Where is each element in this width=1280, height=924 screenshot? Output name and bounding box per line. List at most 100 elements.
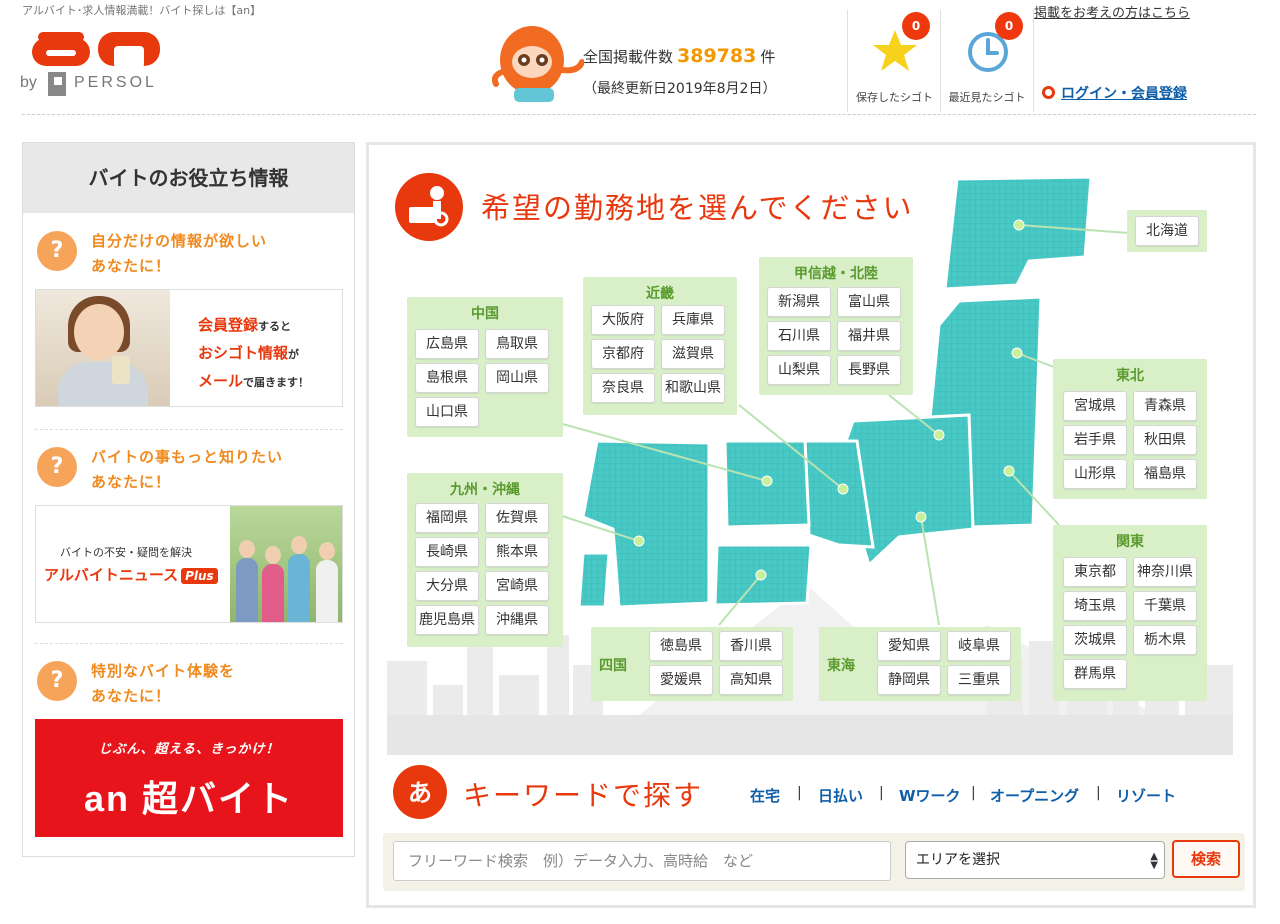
pref-tochigi[interactable]: 栃木県 [1133, 625, 1197, 655]
region-name: 四国 [599, 658, 627, 674]
member-register-banner[interactable]: 会員登録すると おシゴト情報が メールで届きます！ [35, 289, 343, 407]
recent-jobs-button[interactable]: 0 最近見たシゴト [940, 10, 1034, 112]
region-name: 近畿 [646, 286, 674, 302]
an-logo[interactable]: by PERSOL [20, 28, 170, 100]
header-divider [22, 114, 1256, 115]
pref-gunma[interactable]: 群馬県 [1063, 659, 1127, 689]
sloth-mascot-icon [492, 26, 584, 102]
pref-aomori[interactable]: 青森県 [1133, 391, 1197, 421]
recent-jobs-label: 最近見たシゴト [948, 91, 1026, 104]
pref-akita[interactable]: 秋田県 [1133, 425, 1197, 455]
tip-text: 自分だけの情報が欲しい あなたに！ [91, 232, 268, 275]
pref-hiroshima[interactable]: 広島県 [415, 329, 479, 359]
keyword-a-icon: あ [393, 765, 447, 819]
pref-miyazaki[interactable]: 宮崎県 [485, 571, 549, 601]
region-kinki: 近畿 大阪府 兵庫県 京都府 滋賀県 奈良県 和歌山県 [583, 277, 737, 415]
recent-count-badge: 0 [995, 12, 1023, 40]
pref-saitama[interactable]: 埼玉県 [1063, 591, 1127, 621]
pref-mie[interactable]: 三重県 [947, 665, 1011, 695]
copy-part: 会員登録 [198, 316, 259, 334]
pref-hokkaido[interactable]: 北海道 [1135, 216, 1199, 246]
keyword-link-wwork[interactable]: Wワーク [899, 785, 961, 806]
plus-badge: Plus [181, 568, 218, 584]
pref-toyama[interactable]: 富山県 [837, 287, 901, 317]
sidebar-title: バイトのお役立ち情報 [23, 143, 354, 213]
copy-part: が [288, 348, 300, 361]
saved-count-badge: 0 [902, 12, 930, 40]
question-icon [37, 661, 77, 701]
keyword-link-hibarai[interactable]: 日払い [818, 785, 863, 806]
pref-nagasaki[interactable]: 長崎県 [415, 537, 479, 567]
pref-yamanashi[interactable]: 山梨県 [767, 355, 831, 385]
pref-shiga[interactable]: 滋賀県 [661, 339, 725, 369]
pref-kumamoto[interactable]: 熊本県 [485, 537, 549, 567]
saved-jobs-button[interactable]: 0 保存したシゴト [847, 10, 941, 112]
pref-yamaguchi[interactable]: 山口県 [415, 397, 479, 427]
pref-okinawa[interactable]: 沖縄県 [485, 605, 549, 635]
pref-iwate[interactable]: 岩手県 [1063, 425, 1127, 455]
job-count-value: 389783 [677, 45, 757, 67]
pref-aichi[interactable]: 愛知県 [877, 631, 941, 661]
news-banner-subtitle: バイトの不安・疑問を解決 [60, 546, 192, 559]
logo-by-text: by [20, 74, 37, 91]
pref-gifu[interactable]: 岐阜県 [947, 631, 1011, 661]
pref-kochi[interactable]: 高知県 [719, 665, 783, 695]
pref-oita[interactable]: 大分県 [415, 571, 479, 601]
map-pin-icon [395, 173, 463, 241]
pref-niigata[interactable]: 新潟県 [767, 287, 831, 317]
pref-ishikawa[interactable]: 石川県 [767, 321, 831, 351]
okinawa-shape [577, 551, 611, 609]
pref-tottori[interactable]: 鳥取県 [485, 329, 549, 359]
copy-part: で届きます！ [243, 376, 310, 389]
keyword-icon-char: あ [408, 779, 432, 807]
persol-mark-icon [48, 72, 66, 96]
sidebar-divider [35, 643, 343, 644]
map-title: 希望の勤務地を選んでください [481, 191, 914, 225]
region-chugoku: 中国 広島県 鳥取県 島根県 岡山県 山口県 [407, 297, 563, 437]
keyword-link-zaitaku[interactable]: 在宅 [750, 785, 780, 806]
pref-osaka[interactable]: 大阪府 [591, 305, 655, 335]
cho-baito-banner[interactable]: じぶん、超える、きっかけ！ an 超バイト [35, 719, 343, 837]
pref-yamagata[interactable]: 山形県 [1063, 459, 1127, 489]
keyword-link-opening[interactable]: オープニング [990, 785, 1079, 806]
job-count-line: 全国掲載件数 389783 件 [583, 45, 775, 67]
pref-kyoto[interactable]: 京都府 [591, 339, 655, 369]
area-select[interactable]: エリアを選択 ▲ ▼ [905, 841, 1165, 879]
pref-hyogo[interactable]: 兵庫県 [661, 305, 725, 335]
pref-tokushima[interactable]: 徳島県 [649, 631, 713, 661]
question-icon [37, 447, 77, 487]
region-name: 関東 [1116, 534, 1144, 550]
pref-saga[interactable]: 佐賀県 [485, 503, 549, 533]
region-name: 九州・沖縄 [450, 482, 520, 498]
keyword-link-resort[interactable]: リゾート [1116, 785, 1176, 806]
pref-kagoshima[interactable]: 鹿児島県 [415, 605, 479, 635]
pref-chiba[interactable]: 千葉県 [1133, 591, 1197, 621]
pref-okayama[interactable]: 岡山県 [485, 363, 549, 393]
pref-fukui[interactable]: 福井県 [837, 321, 901, 351]
tip-text: 特別なバイト体験を あなたに！ [91, 662, 236, 705]
login-register-link[interactable]: ログイン・会員登録 [1042, 83, 1187, 103]
pref-kagawa[interactable]: 香川県 [719, 631, 783, 661]
pref-nara[interactable]: 奈良県 [591, 373, 655, 403]
area-map-panel: 希望の勤務地を選んでください 北海道 中国 広島県 鳥取県 島根県 岡山県 山口… [366, 142, 1256, 908]
pref-nagano[interactable]: 長野県 [837, 355, 901, 385]
freeword-search-input[interactable] [393, 841, 891, 881]
copy-part: メール [198, 372, 244, 390]
pref-fukuoka[interactable]: 福岡県 [415, 503, 479, 533]
pref-miyagi[interactable]: 宮城県 [1063, 391, 1127, 421]
sidebar: バイトのお役立ち情報 自分だけの情報が欲しい あなたに！ 会員登録すると おシゴ… [22, 142, 355, 857]
search-button[interactable]: 検索 [1172, 840, 1240, 878]
logo-company-text: PERSOL [74, 74, 157, 91]
pref-fukushima[interactable]: 福島県 [1133, 459, 1197, 489]
pref-tokyo[interactable]: 東京都 [1063, 557, 1127, 587]
pref-ibaraki[interactable]: 茨城県 [1063, 625, 1127, 655]
hokkaido-shape [943, 175, 1093, 291]
pref-shimane[interactable]: 島根県 [415, 363, 479, 393]
pref-kanagawa[interactable]: 神奈川県 [1133, 557, 1197, 587]
region-name: 中国 [471, 306, 499, 322]
baito-news-banner[interactable]: バイトの不安・疑問を解決 アルバイトニュース Plus [35, 505, 343, 623]
pref-ehime[interactable]: 愛媛県 [649, 665, 713, 695]
pref-shizuoka[interactable]: 静岡県 [877, 665, 941, 695]
advertiser-link[interactable]: 掲載をお考えの方はこちら [1034, 2, 1190, 21]
pref-wakayama[interactable]: 和歌山県 [661, 373, 725, 403]
